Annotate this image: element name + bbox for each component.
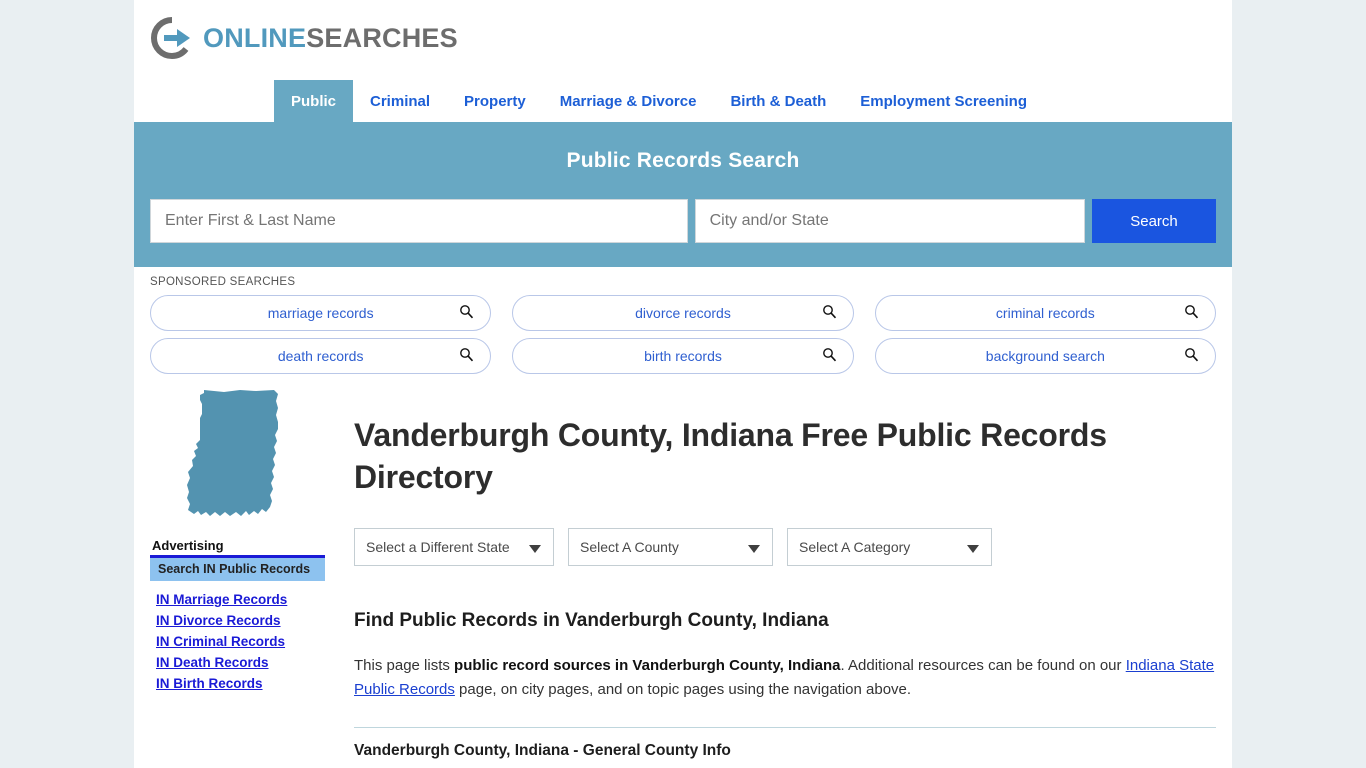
sidebar-link-list: IN Marriage Records IN Divorce Records I… (150, 592, 325, 691)
sidebar-promo-banner[interactable]: Search IN Public Records (150, 555, 325, 581)
site-header: ONLINESEARCHES (134, 0, 1232, 80)
content-area: Advertising Search IN Public Records IN … (134, 374, 1232, 760)
page-title: Vanderburgh County, Indiana Free Public … (354, 417, 1107, 496)
nav-tab-public[interactable]: Public (274, 80, 354, 122)
sponsored-searches-label: SPONSORED SEARCHES (150, 276, 296, 288)
nav-tab-employment-screening[interactable]: Employment Screening (843, 80, 1044, 122)
chevron-down-icon (748, 545, 760, 554)
page-container: ONLINESEARCHES Public Criminal Property … (134, 0, 1232, 768)
advertising-label: Advertising (152, 538, 224, 553)
sidebar-link-in-birth-records[interactable]: IN Birth Records (150, 676, 325, 691)
left-sidebar: Advertising Search IN Public Records IN … (150, 374, 325, 760)
chevron-down-icon (529, 545, 541, 554)
search-icon (1184, 304, 1199, 322)
name-search-input[interactable] (150, 199, 688, 243)
category-select[interactable]: Select A Category (787, 528, 992, 567)
search-icon (459, 347, 474, 365)
public-records-search-band: Public Records Search Search (134, 127, 1232, 267)
intro-paragraph: This page lists public record sources in… (354, 654, 1216, 701)
site-logo[interactable]: ONLINESEARCHES (150, 16, 1232, 60)
search-icon (1184, 347, 1199, 365)
sponsored-pill-label: divorce records (635, 305, 731, 321)
sponsored-pill-label: background search (985, 348, 1105, 364)
sponsored-pill-label: criminal records (995, 305, 1095, 321)
state-select[interactable]: Select a Different State (354, 528, 554, 567)
nav-tab-birth-death[interactable]: Birth & Death (713, 80, 843, 122)
chevron-down-icon (967, 545, 979, 554)
sidebar-link-in-criminal-records[interactable]: IN Criminal Records (150, 634, 325, 649)
section-divider (354, 726, 1216, 728)
nav-tab-marriage-divorce[interactable]: Marriage & Divorce (543, 80, 714, 122)
logo-text-searches: SEARCHES (306, 22, 458, 53)
state-select-value: Select a Different State (366, 539, 510, 556)
county-select[interactable]: Select A County (568, 528, 773, 567)
main-column: Vanderburgh County, Indiana Free Public … (325, 374, 1216, 760)
intro-text-2: . Additional resources can be found on o… (840, 657, 1126, 675)
sponsored-pill-grid: marriage records divorce records crimina… (150, 295, 1216, 374)
sponsored-pill-birth-records[interactable]: birth records (512, 338, 854, 374)
general-county-info-heading: Vanderburgh County, Indiana - General Co… (354, 741, 731, 759)
sidebar-link-in-death-records[interactable]: IN Death Records (150, 655, 325, 670)
search-button[interactable]: Search (1092, 199, 1216, 243)
intro-text-3: page, on city pages, and on topic pages … (454, 680, 912, 698)
search-icon (822, 304, 837, 322)
sponsored-pill-label: death records (277, 348, 364, 364)
public-records-search-form: Search (150, 199, 1216, 243)
filter-dropdowns: Select a Different State Select A County… (354, 528, 1216, 567)
category-select-value: Select A Category (799, 539, 911, 556)
nav-tab-criminal[interactable]: Criminal (353, 80, 447, 122)
circle-arrow-icon (150, 16, 194, 60)
sponsored-pill-label: marriage records (267, 305, 374, 321)
sidebar-link-in-divorce-records[interactable]: IN Divorce Records (150, 613, 325, 628)
search-band-heading: Public Records Search (566, 149, 800, 172)
main-navigation: Public Criminal Property Marriage & Divo… (134, 80, 1232, 127)
section-title: Find Public Records in Vanderburgh Count… (354, 610, 829, 632)
sponsored-pill-divorce-records[interactable]: divorce records (512, 295, 854, 331)
sponsored-pill-criminal-records[interactable]: criminal records (874, 295, 1216, 331)
location-search-input[interactable] (694, 199, 1085, 243)
sponsored-pill-marriage-records[interactable]: marriage records (150, 295, 492, 331)
nav-tab-property[interactable]: Property (447, 80, 543, 122)
indiana-state-map-icon (187, 390, 278, 516)
state-map-container (150, 380, 325, 538)
sponsored-pill-death-records[interactable]: death records (150, 338, 492, 374)
sidebar-link-in-marriage-records[interactable]: IN Marriage Records (150, 592, 325, 607)
search-icon (822, 347, 837, 365)
intro-text-bold: public record sources in Vanderburgh Cou… (454, 657, 841, 675)
sponsored-pill-background-search[interactable]: background search (874, 338, 1216, 374)
logo-text-online: ONLINE (203, 22, 307, 53)
sponsored-pill-label: birth records (644, 348, 722, 364)
county-select-value: Select A County (580, 539, 679, 556)
intro-text-1: This page lists (354, 657, 455, 675)
sponsored-searches: SPONSORED SEARCHES marriage records divo… (134, 267, 1232, 374)
search-icon (459, 304, 474, 322)
